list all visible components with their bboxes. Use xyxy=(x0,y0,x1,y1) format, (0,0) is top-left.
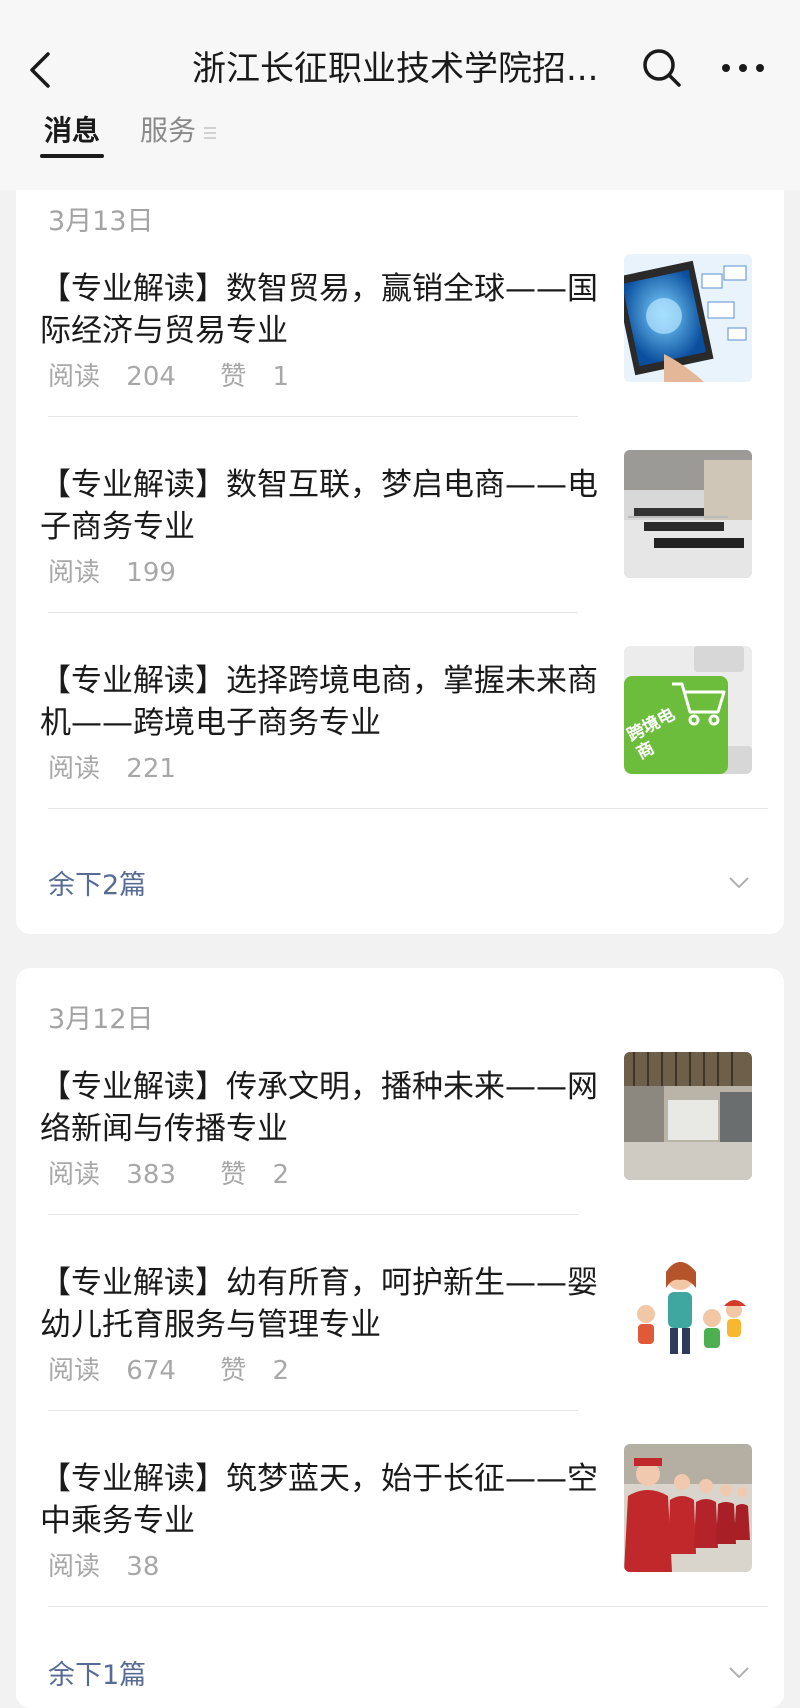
article-thumbnail xyxy=(624,1248,752,1376)
article-item[interactable]: 【专业解读】传承文明，播种未来——网络新闻与传播专业 阅读 383 赞 2 xyxy=(16,1052,784,1262)
group-date: 3月12日 xyxy=(48,1004,154,1035)
article-item[interactable]: 【专业解读】选择跨境电商，掌握未来商机——跨境电子商务专业 阅读 221 跨境电… xyxy=(16,646,784,856)
item-divider xyxy=(48,808,768,809)
read-count: 221 xyxy=(126,754,176,784)
like-count: 2 xyxy=(272,1356,290,1386)
article-thumbnail xyxy=(624,254,752,382)
article-thumbnail xyxy=(624,1052,752,1180)
group-date: 3月13日 xyxy=(48,206,154,237)
search-icon[interactable] xyxy=(640,46,684,90)
expand-more-row[interactable]: 余下1篇 xyxy=(48,1656,768,1700)
article-stats: 阅读 38 xyxy=(48,1550,195,1584)
article-title: 【专业解读】选择跨境电商，掌握未来商机——跨境电子商务专业 xyxy=(40,663,598,741)
article-stats: 阅读 204 赞 1 xyxy=(48,360,325,394)
active-tab-indicator xyxy=(40,154,104,158)
item-divider xyxy=(48,416,578,417)
article-item[interactable]: 【专业解读】数智互联，梦启电商——电子商务专业 阅读 199 xyxy=(16,450,784,660)
article-thumbnail xyxy=(624,1444,752,1572)
tab-services[interactable]: 服务 xyxy=(140,113,196,149)
article-item[interactable]: 【专业解读】幼有所育，呵护新生——婴幼儿托育服务与管理专业 阅读 674 赞 2 xyxy=(16,1248,784,1458)
read-label: 阅读 xyxy=(48,1356,101,1386)
read-count: 204 xyxy=(126,362,176,392)
like-count: 1 xyxy=(272,362,290,392)
message-group-card: 3月13日 【专业解读】数智贸易，赢销全球——国际经济与贸易专业 阅读 204 … xyxy=(16,190,784,934)
item-divider xyxy=(48,1410,578,1411)
article-title: 【专业解读】数智贸易，赢销全球——国际经济与贸易专业 xyxy=(40,271,598,349)
article-title: 【专业解读】筑梦蓝天，始于长征——空中乘务专业 xyxy=(40,1461,598,1539)
read-label: 阅读 xyxy=(48,362,101,392)
more-articles-link[interactable]: 余下2篇 xyxy=(48,866,146,906)
expand-more-row[interactable]: 余下2篇 xyxy=(48,866,768,910)
article-item[interactable]: 【专业解读】数智贸易，赢销全球——国际经济与贸易专业 阅读 204 赞 1 xyxy=(16,254,784,464)
read-label: 阅读 xyxy=(48,1552,101,1582)
article-stats: 阅读 221 xyxy=(48,752,212,786)
more-articles-link[interactable]: 余下1篇 xyxy=(48,1656,146,1696)
more-dots-icon[interactable] xyxy=(718,56,768,80)
like-label: 赞 xyxy=(220,362,247,392)
item-divider xyxy=(48,1214,578,1215)
article-title: 【专业解读】数智互联，梦启电商——电子商务专业 xyxy=(40,467,598,545)
back-arrow-icon[interactable] xyxy=(24,48,60,92)
menu-lines-icon xyxy=(204,127,216,139)
top-bar: 浙江长征职业技术学院招... 消息 服务 xyxy=(0,0,800,190)
read-count: 383 xyxy=(126,1160,176,1190)
read-count: 38 xyxy=(126,1552,160,1582)
article-item[interactable]: 【专业解读】筑梦蓝天，始于长征——空中乘务专业 阅读 38 xyxy=(16,1444,784,1654)
like-label: 赞 xyxy=(220,1160,247,1190)
like-count: 2 xyxy=(272,1160,290,1190)
article-title: 【专业解读】幼有所育，呵护新生——婴幼儿托育服务与管理专业 xyxy=(40,1265,598,1343)
item-divider xyxy=(48,1606,768,1607)
tab-messages[interactable]: 消息 xyxy=(44,113,100,149)
read-count: 199 xyxy=(126,558,176,588)
chevron-down-icon xyxy=(729,1667,749,1679)
article-stats: 阅读 199 xyxy=(48,556,212,590)
read-count: 674 xyxy=(126,1356,176,1386)
article-stats: 阅读 674 赞 2 xyxy=(48,1354,325,1388)
article-title: 【专业解读】传承文明，播种未来——网络新闻与传播专业 xyxy=(40,1069,598,1147)
page-title: 浙江长征职业技术学院招... xyxy=(192,49,599,89)
read-label: 阅读 xyxy=(48,754,101,784)
article-thumbnail: 跨境电商 xyxy=(624,646,752,774)
item-divider xyxy=(48,612,578,613)
article-thumbnail xyxy=(624,450,752,578)
read-label: 阅读 xyxy=(48,1160,101,1190)
article-stats: 阅读 383 赞 2 xyxy=(48,1158,325,1192)
like-label: 赞 xyxy=(220,1356,247,1386)
chevron-down-icon xyxy=(729,877,749,889)
read-label: 阅读 xyxy=(48,558,101,588)
message-group-card: 3月12日 【专业解读】传承文明，播种未来——网络新闻与传播专业 阅读 383 … xyxy=(16,968,784,1708)
